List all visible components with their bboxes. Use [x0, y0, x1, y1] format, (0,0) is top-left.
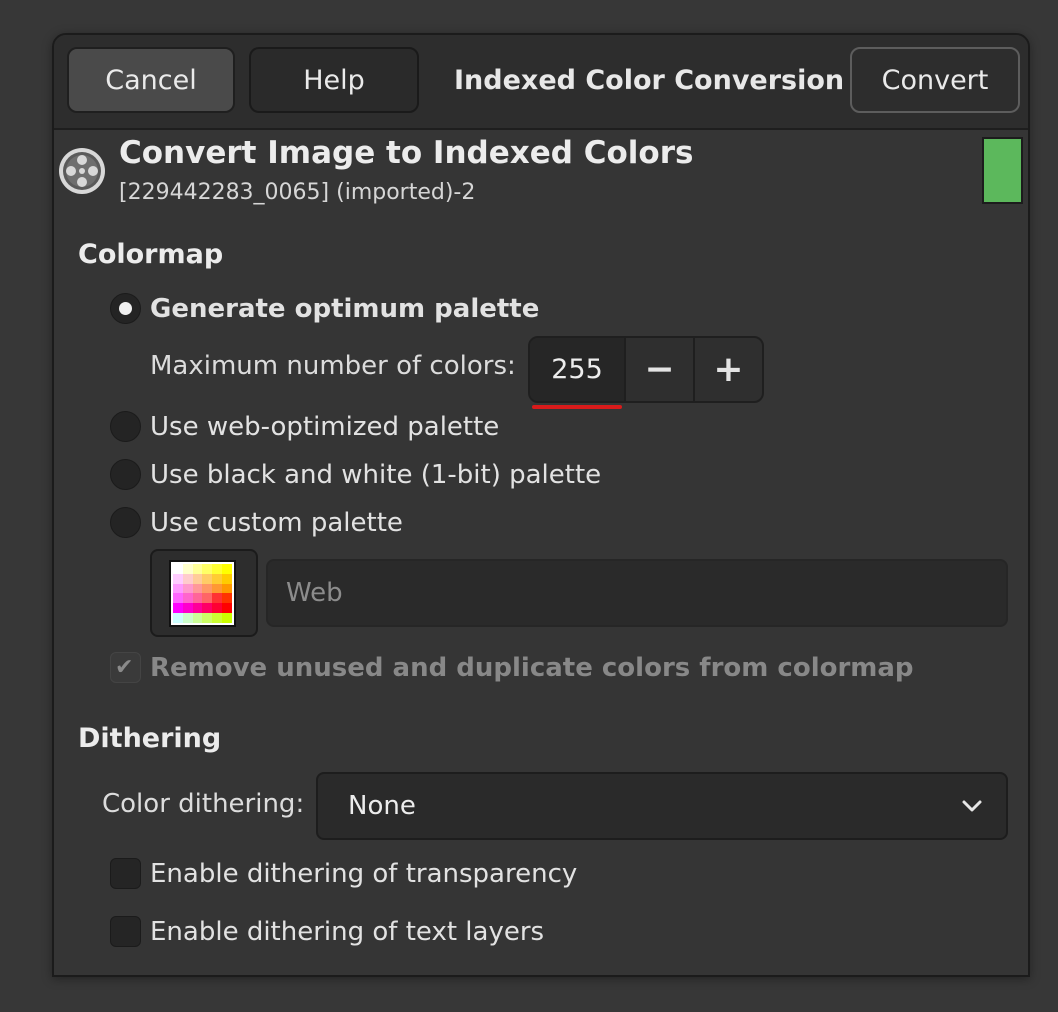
- palette-cell: [173, 564, 183, 574]
- palette-cell: [222, 603, 232, 614]
- palette-cell: [173, 613, 183, 623]
- palette-cell: [182, 583, 193, 594]
- palette-select-button[interactable]: [150, 549, 258, 637]
- palette-cell: [192, 593, 203, 604]
- color-dithering-value: None: [348, 791, 416, 821]
- palette-cell: [192, 613, 203, 623]
- dither-text-layers-label[interactable]: Enable dithering of text layers: [150, 915, 544, 949]
- palette-cell: [192, 583, 203, 594]
- option-black-white-label[interactable]: Use black and white (1-bit) palette: [150, 458, 601, 492]
- color-dithering-label: Color dithering:: [102, 789, 305, 819]
- checkmark-icon: ✔: [115, 655, 134, 680]
- palette-cell: [173, 583, 183, 594]
- decrement-button[interactable]: −: [624, 338, 693, 401]
- radio-black-white[interactable]: [110, 459, 141, 490]
- palette-cell: [173, 593, 183, 604]
- palette-cell: [222, 564, 232, 574]
- remove-unused-label: Remove unused and duplicate colors from …: [150, 653, 914, 683]
- palette-cell: [173, 573, 183, 584]
- palette-cell: [212, 573, 223, 584]
- palette-swatch-icon: [169, 560, 236, 627]
- dither-transparency-label[interactable]: Enable dithering of transparency: [150, 857, 577, 891]
- increment-button[interactable]: +: [693, 338, 762, 401]
- palette-cell: [222, 583, 232, 594]
- image-preview-thumbnail: [982, 137, 1023, 204]
- option-generate-optimum-label[interactable]: Generate optimum palette: [150, 292, 539, 326]
- palette-cell: [212, 613, 223, 623]
- indexed-color-dialog: Cancel Help Indexed Color Conversion Con…: [52, 33, 1030, 977]
- option-custom-palette-label[interactable]: Use custom palette: [150, 506, 403, 540]
- image-name: [229442283_0065] (imported)-2: [119, 180, 476, 205]
- colormap-section-title: Colormap: [78, 239, 224, 270]
- dialog-titlebar: Cancel Help Indexed Color Conversion Con…: [54, 35, 1028, 130]
- max-colors-spinbutton: 255 − +: [528, 336, 764, 403]
- palette-cell: [202, 573, 213, 584]
- dither-text-layers-checkbox[interactable]: [110, 916, 141, 947]
- palette-name-field[interactable]: Web: [266, 559, 1008, 627]
- chevron-down-icon: [962, 800, 982, 812]
- palette-cell: [202, 564, 213, 574]
- header-title: Convert Image to Indexed Colors: [119, 135, 694, 171]
- help-button[interactable]: Help: [249, 47, 419, 113]
- palette-cell: [192, 603, 203, 614]
- palette-cell: [212, 564, 223, 574]
- palette-cell: [212, 583, 223, 594]
- radio-custom-palette[interactable]: [110, 507, 141, 538]
- max-colors-label: Maximum number of colors:: [150, 351, 516, 381]
- palette-cell: [192, 564, 203, 574]
- palette-cell: [182, 613, 193, 623]
- palette-cell: [182, 564, 193, 574]
- palette-cell: [192, 573, 203, 584]
- dialog-title: Indexed Color Conversion: [454, 64, 845, 96]
- dither-transparency-checkbox[interactable]: [110, 858, 141, 889]
- film-reel-icon: [59, 148, 105, 194]
- palette-cell: [222, 573, 232, 584]
- palette-cell: [222, 613, 232, 623]
- palette-cell: [212, 593, 223, 604]
- palette-cell: [182, 603, 193, 614]
- convert-button[interactable]: Convert: [850, 47, 1020, 113]
- cancel-button[interactable]: Cancel: [67, 47, 235, 113]
- palette-cell: [202, 613, 213, 623]
- dithering-section-title: Dithering: [78, 723, 222, 754]
- palette-cell: [202, 583, 213, 594]
- spellcheck-underline: [532, 405, 622, 409]
- radio-web-optimized[interactable]: [110, 411, 141, 442]
- remove-unused-checkbox[interactable]: ✔: [110, 652, 141, 683]
- palette-cell: [202, 603, 213, 614]
- palette-cell: [182, 593, 193, 604]
- option-web-optimized-label[interactable]: Use web-optimized palette: [150, 410, 499, 444]
- palette-cell: [173, 603, 183, 614]
- max-colors-input[interactable]: 255: [530, 338, 624, 401]
- palette-cell: [202, 593, 213, 604]
- color-dithering-dropdown[interactable]: None: [316, 772, 1008, 840]
- radio-generate-optimum[interactable]: [110, 293, 141, 324]
- palette-cell: [182, 573, 193, 584]
- palette-cell: [222, 593, 232, 604]
- palette-cell: [212, 603, 223, 614]
